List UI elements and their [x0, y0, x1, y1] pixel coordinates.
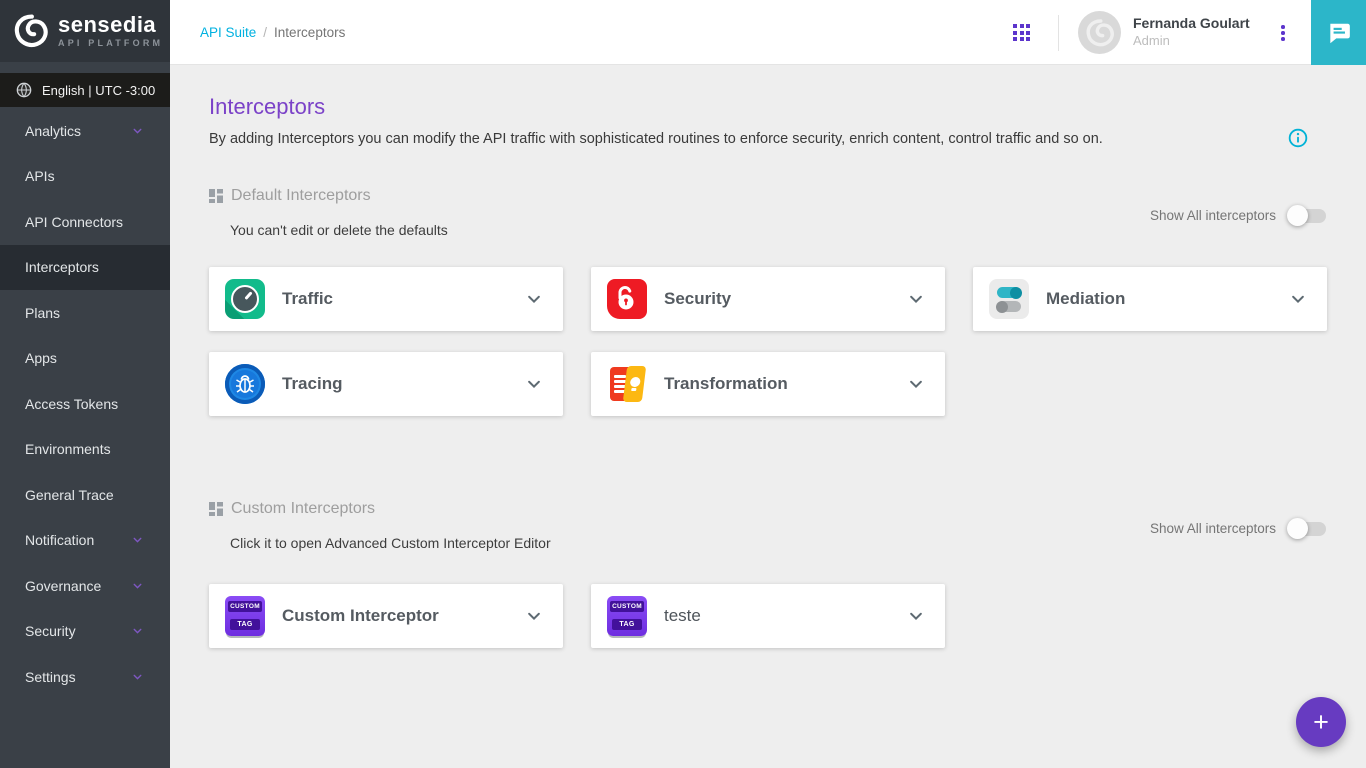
- padlock-icon: [607, 279, 647, 319]
- section-title: Default Interceptors: [231, 187, 371, 205]
- user-name: Fernanda Goulart: [1133, 15, 1250, 32]
- sidebar: sensedia API PLATFORM English | UTC -3:0…: [0, 0, 170, 768]
- card-security[interactable]: Security: [591, 267, 945, 331]
- card-traffic[interactable]: Traffic: [209, 267, 563, 331]
- custom-interceptor-cards: CUSTOM TAG Custom Interceptor CUSTOM TAG…: [209, 584, 1327, 648]
- chevron-down-icon[interactable]: [907, 607, 925, 625]
- chevron-down-icon[interactable]: [525, 375, 543, 393]
- sidebar-item-governance[interactable]: Governance: [0, 563, 170, 609]
- card-title: Custom Interceptor: [282, 606, 525, 626]
- sidebar-item-notification[interactable]: Notification: [0, 518, 170, 564]
- bug-icon: [225, 364, 265, 404]
- chevron-down-icon[interactable]: [907, 375, 925, 393]
- main-content: Interceptors By adding Interceptors you …: [170, 65, 1366, 768]
- chevron-down-icon[interactable]: [525, 290, 543, 308]
- language-label: English | UTC -3:00: [42, 83, 155, 98]
- plus-icon: +: [1313, 707, 1329, 738]
- section-subtitle: You can't edit or delete the defaults: [230, 222, 448, 238]
- sidebar-item-plans[interactable]: Plans: [0, 290, 170, 336]
- card-title: Mediation: [1046, 289, 1289, 309]
- show-all-interceptors-toggle[interactable]: [1290, 209, 1326, 223]
- user-menu-kebab-icon[interactable]: [1273, 22, 1293, 44]
- card-transformation[interactable]: Transformation: [591, 352, 945, 416]
- chevron-down-icon[interactable]: [907, 290, 925, 308]
- brand-name: sensedia: [58, 14, 163, 36]
- avatar[interactable]: [1078, 11, 1121, 54]
- chevron-down-icon: [131, 625, 144, 638]
- apps-grid-icon[interactable]: [1013, 24, 1030, 41]
- sidebar-item-security[interactable]: Security: [0, 609, 170, 655]
- sidebar-item-analytics[interactable]: Analytics: [0, 108, 170, 154]
- sidebar-item-environments[interactable]: Environments: [0, 427, 170, 473]
- card-title: Transformation: [664, 374, 907, 394]
- breadcrumb-separator: /: [263, 25, 267, 40]
- chat-button[interactable]: [1311, 0, 1366, 65]
- breadcrumb-current: Interceptors: [274, 25, 345, 40]
- language-selector[interactable]: English | UTC -3:00: [0, 73, 170, 107]
- info-icon[interactable]: [1288, 128, 1308, 148]
- chevron-down-icon[interactable]: [1289, 290, 1307, 308]
- default-interceptors-header: Default Interceptors: [209, 187, 371, 205]
- card-title: Traffic: [282, 289, 525, 309]
- card-tracing[interactable]: Tracing: [209, 352, 563, 416]
- user-info: Fernanda Goulart Admin: [1133, 15, 1250, 49]
- card-title: teste: [664, 606, 907, 626]
- sidebar-item-interceptors[interactable]: Interceptors: [0, 245, 170, 291]
- show-all-toggle-row: Show All interceptors: [1150, 521, 1326, 536]
- sensedia-swirl-icon: [13, 13, 49, 49]
- custom-interceptors-header: Custom Interceptors: [209, 500, 375, 518]
- toggle-label: Show All interceptors: [1150, 208, 1276, 223]
- card-title: Security: [664, 289, 907, 309]
- sidebar-nav: Analytics APIs API Connectors Intercepto…: [0, 108, 170, 700]
- sidebar-item-access-tokens[interactable]: Access Tokens: [0, 381, 170, 427]
- chevron-down-icon: [131, 579, 144, 592]
- page-description: By adding Interceptors you can modify th…: [209, 131, 1103, 147]
- section-subtitle: Click it to open Advanced Custom Interce…: [230, 535, 551, 551]
- chevron-down-icon: [131, 534, 144, 547]
- chat-bubble-icon: [1326, 20, 1352, 46]
- gauge-icon: [225, 279, 265, 319]
- topbar-divider: [1058, 15, 1059, 51]
- add-interceptor-fab[interactable]: +: [1296, 697, 1346, 747]
- default-interceptor-cards: Traffic Security Mediation: [209, 267, 1327, 416]
- topbar: API Suite / Interceptors Fernanda Goular…: [170, 0, 1366, 65]
- toggles-icon: [989, 279, 1029, 319]
- toggle-knob[interactable]: [1287, 518, 1308, 539]
- card-mediation[interactable]: Mediation: [973, 267, 1327, 331]
- brand-logo: sensedia API PLATFORM: [0, 0, 170, 62]
- page-title: Interceptors: [209, 94, 325, 120]
- section-title: Custom Interceptors: [231, 500, 375, 518]
- show-all-toggle-row: Show All interceptors: [1150, 208, 1326, 223]
- custom-tag-icon: CUSTOM TAG: [225, 596, 265, 636]
- user-role: Admin: [1133, 32, 1250, 49]
- sidebar-item-general-trace[interactable]: General Trace: [0, 472, 170, 518]
- chevron-down-icon: [131, 124, 144, 137]
- globe-icon: [16, 82, 32, 98]
- breadcrumb: API Suite / Interceptors: [200, 0, 345, 65]
- avatar-swirl-icon: [1085, 18, 1115, 48]
- card-custom-interceptor[interactable]: CUSTOM TAG Custom Interceptor: [209, 584, 563, 648]
- chevron-down-icon: [131, 670, 144, 683]
- show-all-interceptors-toggle[interactable]: [1290, 522, 1326, 536]
- dashboard-icon: [209, 502, 223, 516]
- card-title: Tracing: [282, 374, 525, 394]
- breadcrumb-api-suite[interactable]: API Suite: [200, 25, 256, 40]
- document-bulb-icon: [607, 364, 647, 404]
- chevron-down-icon[interactable]: [525, 607, 543, 625]
- toggle-knob[interactable]: [1287, 205, 1308, 226]
- custom-tag-icon: CUSTOM TAG: [607, 596, 647, 636]
- sidebar-item-api-connectors[interactable]: API Connectors: [0, 199, 170, 245]
- sidebar-item-apps[interactable]: Apps: [0, 336, 170, 382]
- sidebar-item-apis[interactable]: APIs: [0, 154, 170, 200]
- sidebar-item-settings[interactable]: Settings: [0, 654, 170, 700]
- brand-tagline: API PLATFORM: [58, 38, 163, 48]
- dashboard-icon: [209, 189, 223, 203]
- toggle-label: Show All interceptors: [1150, 521, 1276, 536]
- card-teste[interactable]: CUSTOM TAG teste: [591, 584, 945, 648]
